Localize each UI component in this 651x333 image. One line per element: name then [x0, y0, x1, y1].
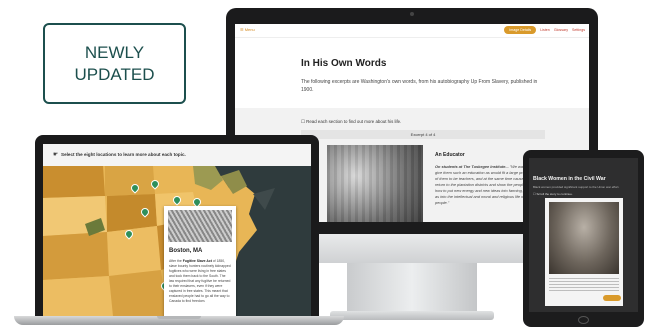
- popup-text-bold: Fugitive Slave Act: [182, 259, 212, 263]
- imac-stand: [347, 263, 477, 313]
- tablet-note-text: Scroll the story to continue.: [536, 192, 573, 196]
- tablet-subtitle: Black women provided significant support…: [533, 185, 620, 189]
- tablet-story-card: [545, 198, 623, 306]
- laptop-notch: [157, 316, 201, 319]
- laptop-device: ☛ Select the eight locations to learn mo…: [35, 135, 319, 316]
- pointer-hand-icon: ☛: [53, 152, 59, 158]
- popup-text: After the Fugitive Slave Act of 1850, sl…: [169, 259, 231, 304]
- read-instruction-text: Read each section to find out more about…: [306, 119, 402, 124]
- read-instruction: ☐ Read each section to find out more abo…: [301, 119, 402, 124]
- section-heading: An Educator: [435, 152, 465, 158]
- settings-link[interactable]: Settings: [572, 28, 585, 32]
- map-header: ☛ Select the eight locations to learn mo…: [43, 144, 311, 166]
- laptop-screen: ☛ Select the eight locations to learn mo…: [43, 144, 311, 316]
- excerpt-counter: Excerpt 4 of 4: [301, 130, 545, 139]
- listen-link[interactable]: Listen: [540, 28, 550, 32]
- newly-updated-badge: NEWLY UPDATED: [43, 23, 186, 104]
- home-button[interactable]: [578, 316, 589, 324]
- map-instruction: Select the eight locations to learn more…: [61, 152, 186, 157]
- tablet-note: ☐ Scroll the story to continue.: [533, 192, 573, 196]
- image-details-button[interactable]: Image Details: [504, 26, 537, 34]
- state-north-central: [105, 166, 155, 196]
- state-gulf-central: [109, 270, 167, 316]
- badge-line-2: UPDATED: [74, 64, 155, 84]
- page-subtitle: The following excerpts are Washington's …: [301, 79, 538, 93]
- popup-title: Boston, MA: [169, 248, 203, 254]
- camera-dot: [410, 12, 414, 16]
- classroom-photo: [327, 145, 423, 222]
- nav-right-group: Image Details Listen Glossary Settings: [504, 26, 585, 34]
- state-gulf-west: [43, 276, 113, 316]
- tablet-title: Black Women in the Civil War: [533, 176, 606, 182]
- portrait-photo: [549, 202, 619, 274]
- location-popup: Boston, MA After the Fugitive Slave Act …: [164, 206, 236, 316]
- popup-text-after: of 1850, slave bounty hunters routinely …: [169, 259, 231, 303]
- tablet-next-button[interactable]: [603, 295, 621, 301]
- tablet-device: Black Women in the Civil War Black women…: [523, 150, 644, 327]
- state-southwest: [43, 232, 109, 280]
- section-lead: On students at The Tuskegee Institute...: [435, 164, 509, 169]
- glossary-link[interactable]: Glossary: [554, 28, 568, 32]
- badge-line-1: NEWLY: [84, 42, 145, 62]
- portrait-caption: [549, 278, 619, 292]
- page-title: In His Own Words: [301, 58, 387, 69]
- top-navigation: ☰ Menu Image Details Listen Glossary Set…: [235, 24, 589, 38]
- popup-engraving-image: [168, 210, 232, 242]
- state-northwest: [43, 166, 105, 198]
- imac-stand-base: [330, 311, 494, 320]
- menu-link[interactable]: ☰ Menu: [240, 27, 255, 32]
- menu-label: Menu: [244, 27, 255, 32]
- state-central: [107, 194, 157, 232]
- popup-text-before: After the: [169, 259, 183, 263]
- state-south-central: [107, 226, 161, 276]
- tablet-screen: Black Women in the Civil War Black women…: [529, 158, 638, 312]
